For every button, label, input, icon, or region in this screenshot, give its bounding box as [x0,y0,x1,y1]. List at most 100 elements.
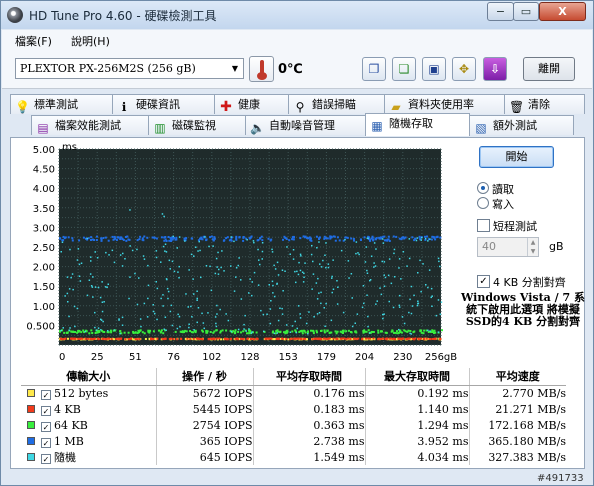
data-point [422,337,425,340]
data-point [169,268,171,270]
data-point [69,327,71,329]
data-point [417,337,420,340]
options-icon[interactable]: ✥ [452,57,476,81]
data-point [84,330,86,333]
menu-file[interactable]: 檔案(F) [15,33,52,49]
data-point [205,265,208,267]
tab-health[interactable]: ✚ 健康 [214,94,289,114]
minimize-button[interactable]: − [487,2,514,21]
data-point [164,250,166,252]
data-point [73,305,76,308]
data-point [330,236,333,239]
write-radio[interactable] [477,197,489,209]
chevron-down-icon[interactable]: ▼ [227,59,243,78]
data-point [313,316,315,318]
data-point [424,235,426,238]
align-4kb-checkbox[interactable]: ✓ [477,275,490,288]
data-point [152,310,155,313]
tab-erase[interactable]: 🗑 清除 [504,94,585,114]
data-point [282,290,284,292]
tab-random-access[interactable]: ▦ 隨機存取 [365,113,470,136]
short-test-label: 短程測試 [493,220,537,233]
data-point [259,263,261,266]
thermometer-icon[interactable] [249,56,274,82]
data-point [68,315,70,318]
data-point [261,242,264,244]
data-point [288,239,291,242]
copy-graph-icon[interactable]: ❏ [392,57,416,81]
short-test-size-input[interactable]: 40 ▲ ▼ [477,237,539,257]
data-point [439,265,441,268]
data-point [323,307,325,309]
data-point [70,337,73,340]
data-point [122,252,124,255]
drive-select[interactable]: PLEXTOR PX-256M2S (256 gB) ▼ [15,58,244,79]
data-point [217,273,220,275]
data-point [356,313,359,315]
data-point [294,270,296,273]
data-point [176,327,179,330]
data-point [343,337,346,340]
data-point [401,316,404,318]
x-tick-label: 230 [393,352,412,363]
data-point [419,259,421,262]
series-visible-checkbox[interactable]: ✓ [41,405,51,416]
monitor-chart-icon: ▥ [154,121,166,135]
tab-disk-monitor[interactable]: ▥ 磁碟監視 [148,115,246,135]
data-point [355,331,358,334]
series-visible-checkbox[interactable]: ✓ [41,421,51,432]
col-iops: 操作 / 秒 [155,368,253,386]
data-point [325,266,327,269]
series-visible-checkbox[interactable]: ✓ [41,454,51,464]
data-point [174,330,177,333]
tab-folder-usage[interactable]: ▰ 資料夾使用率 [384,94,505,114]
tab-aam[interactable]: 🔈 自動噪音管理 [245,115,366,135]
tab-file-benchmark[interactable]: ▤ 檔案效能測試 [31,115,149,135]
data-point [335,332,338,335]
title-bar[interactable]: HD Tune Pro 4.60 - 硬碟檢測工具 − ▭ X [1,1,593,29]
data-point [119,238,122,240]
tab-error-scan[interactable]: ⚲ 錯誤掃瞄 [288,94,385,114]
short-test-checkbox[interactable] [477,219,490,232]
data-point [91,286,94,288]
tab-info[interactable]: ℹ 硬碟資訊 [112,94,215,114]
series-visible-checkbox[interactable]: ✓ [41,389,51,400]
y-tick-label: 2.00 [33,263,55,274]
exit-button[interactable]: 離開 [523,57,575,81]
close-button[interactable]: X [539,2,586,21]
spin-arrows-icon[interactable]: ▲ ▼ [527,238,538,256]
data-point [69,248,71,251]
data-point [115,337,118,340]
data-point [373,242,376,244]
tab-benchmark[interactable]: 💡 標準測試 [10,94,113,114]
access-time-chart: 5.00 4.50 4.00 3.50 3.00 2.50 2.00 1.50 1.00 0.50… [26,142,457,363]
data-point [102,237,105,239]
data-point [391,337,394,340]
avg-access-cell: 2.738 ms [252,433,365,449]
data-point [178,277,180,279]
data-point [372,331,375,333]
data-point [216,337,219,340]
save-icon[interactable]: ▣ [422,57,446,81]
read-radio[interactable] [477,182,489,194]
data-point [150,338,152,341]
series-visible-checkbox[interactable]: ✓ [41,437,51,448]
menu-help[interactable]: 說明(H) [71,33,110,49]
series-color-swatch [27,388,35,397]
data-point [323,331,326,334]
download-icon[interactable]: ⇩ [483,57,507,81]
data-point [367,337,370,340]
start-button[interactable]: 開始 [479,146,554,168]
data-point [276,332,278,334]
data-point [336,236,339,239]
data-point [165,251,168,253]
data-point [310,329,312,332]
health-cross-icon: ✚ [220,99,232,115]
tab-extra-tests[interactable]: ▧ 額外測試 [469,115,574,135]
copy-info-icon[interactable]: ❐ [362,57,386,81]
maximize-button[interactable]: ▭ [513,2,539,21]
data-point [296,327,298,330]
data-point [230,265,232,267]
data-point [353,239,355,242]
data-point [101,301,104,303]
